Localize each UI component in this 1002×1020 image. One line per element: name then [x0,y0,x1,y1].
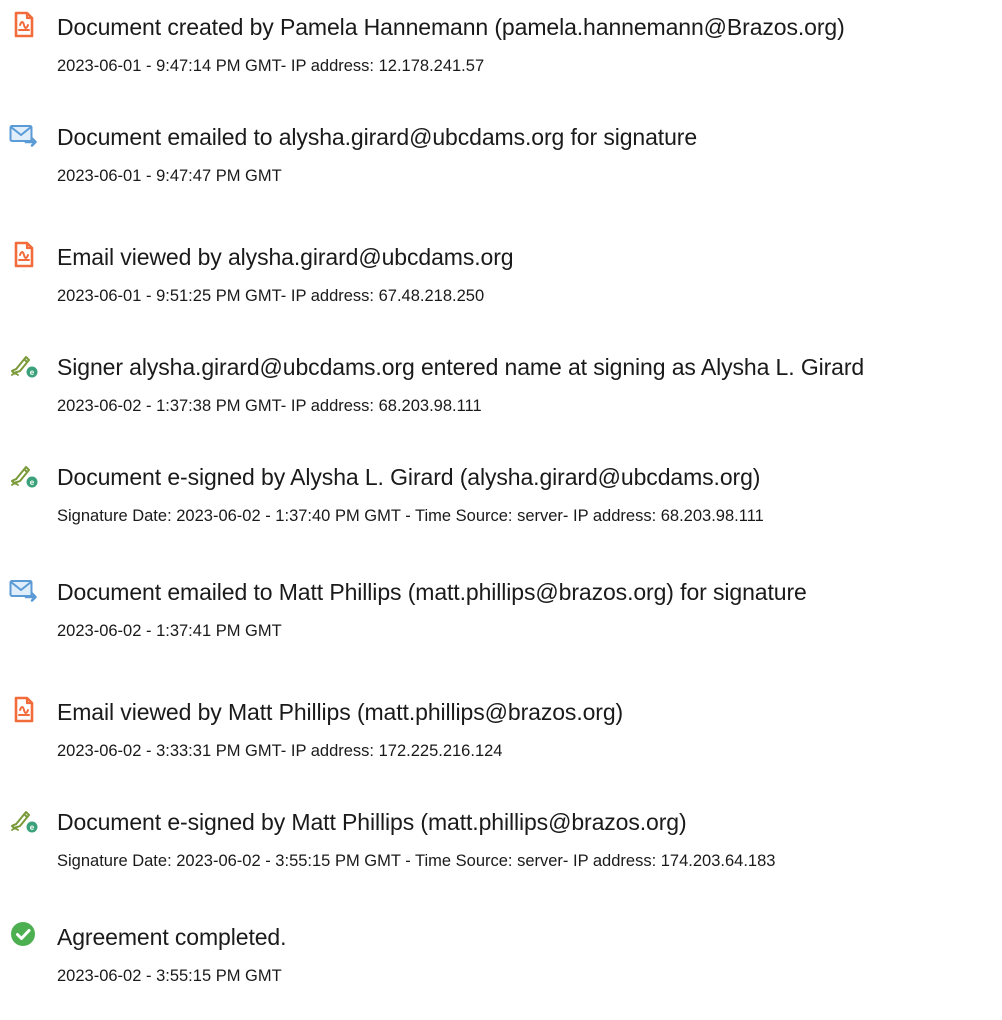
audit-event: Document emailed to Matt Phillips (matt.… [0,575,1002,675]
audit-event: Document created by Pamela Hannemann (pa… [0,10,1002,110]
email-sent-icon [9,120,39,150]
e-sign-icon: e [9,460,39,490]
event-detail: 2023-06-02 - 3:55:15 PM GMT [57,967,282,985]
event-title: Agreement completed. [57,924,287,950]
svg-text:e: e [30,368,35,377]
event-detail: 2023-06-02 - 1:37:38 PM GMT- IP address:… [57,397,482,415]
audit-event: e Document e-signed by Alysha L. Girard … [0,460,1002,560]
svg-text:e: e [30,823,35,832]
event-title: Signer alysha.girard@ubcdams.org entered… [57,354,865,380]
event-detail: 2023-06-01 - 9:51:25 PM GMT- IP address:… [57,287,485,305]
audit-event: Email viewed by alysha.girard@ubcdams.or… [0,240,1002,340]
audit-event: e Signer alysha.girard@ubcdams.org enter… [0,350,1002,450]
audit-event: e Document e-signed by Matt Phillips (ma… [0,805,1002,905]
event-title: Email viewed by alysha.girard@ubcdams.or… [57,244,514,270]
e-sign-icon: e [9,805,39,835]
event-title: Document e-signed by Alysha L. Girard (a… [57,464,761,490]
event-detail: Signature Date: 2023-06-02 - 1:37:40 PM … [57,507,764,525]
event-detail: 2023-06-01 - 9:47:14 PM GMT- IP address:… [57,57,485,75]
svg-text:e: e [30,478,35,487]
agreement-completed-icon [9,920,39,950]
event-title: Document e-signed by Matt Phillips (matt… [57,809,687,835]
audit-event: Email viewed by Matt Phillips (matt.phil… [0,695,1002,795]
document-viewed-icon [9,240,39,270]
event-detail: Signature Date: 2023-06-02 - 3:55:15 PM … [57,852,776,870]
document-created-icon [9,10,39,40]
event-title: Document emailed to Matt Phillips (matt.… [57,579,807,605]
event-detail: 2023-06-02 - 3:33:31 PM GMT- IP address:… [57,742,503,760]
event-title: Email viewed by Matt Phillips (matt.phil… [57,699,624,725]
e-sign-icon: e [9,350,39,380]
event-title: Document emailed to alysha.girard@ubcdam… [57,124,698,150]
event-title: Document created by Pamela Hannemann (pa… [57,14,845,40]
event-detail: 2023-06-01 - 9:47:47 PM GMT [57,167,282,185]
document-viewed-icon [9,695,39,725]
event-detail: 2023-06-02 - 1:37:41 PM GMT [57,622,282,640]
audit-event: Document emailed to alysha.girard@ubcdam… [0,120,1002,220]
email-sent-icon [9,575,39,605]
audit-event: Agreement completed. 2023-06-02 - 3:55:1… [0,920,1002,1020]
